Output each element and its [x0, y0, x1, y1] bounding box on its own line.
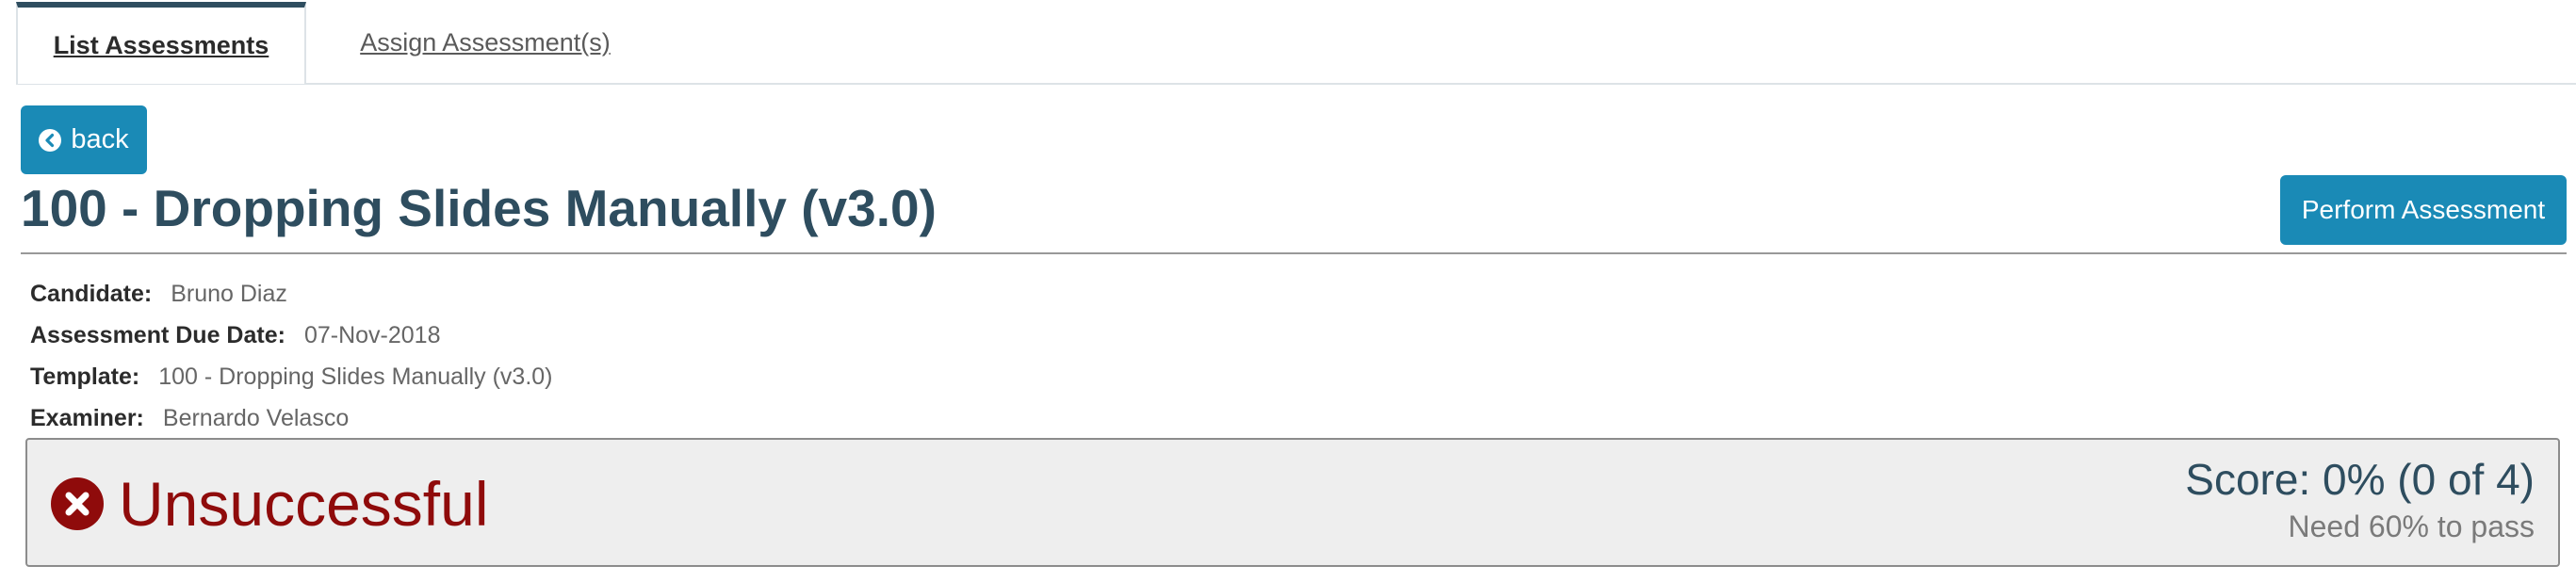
assessment-detail-page: List Assessments Assign Assessment(s) ba… [0, 0, 2576, 582]
chevron-circle-left-icon [39, 128, 62, 152]
examiner-label: Examiner: [30, 404, 144, 431]
title-divider [21, 252, 2567, 254]
candidate-label: Candidate: [30, 280, 153, 307]
back-button[interactable]: back [21, 105, 147, 174]
pass-requirement-text: Need 60% to pass [2288, 509, 2535, 543]
due-date-label: Assessment Due Date: [30, 321, 285, 348]
template-value: 100 - Dropping Slides Manually (v3.0) [158, 363, 553, 390]
examiner-value: Bernardo Velasco [162, 404, 350, 431]
template-row: Template: 100 - Dropping Slides Manually… [30, 356, 553, 397]
due-date-row: Assessment Due Date: 07-Nov-2018 [30, 315, 553, 356]
back-button-label: back [71, 124, 129, 154]
tab-assign-assessments[interactable]: Assign Assessment(s) [306, 2, 664, 84]
perform-assessment-button[interactable]: Perform Assessment [2280, 175, 2567, 245]
score-text: Score: 0% (0 of 4) [2185, 455, 2535, 504]
page-title: 100 - Dropping Slides Manually (v3.0) [21, 179, 937, 237]
status-text: Unsuccessful [119, 469, 489, 539]
template-label: Template: [30, 363, 140, 390]
candidate-value: Bruno Diaz [171, 280, 287, 307]
times-circle-icon [51, 477, 104, 530]
tab-list-assessments[interactable]: List Assessments [16, 2, 306, 84]
score-block: Score: 0% (0 of 4) Need 60% to pass [2185, 453, 2535, 547]
tab-bar: List Assessments Assign Assessment(s) [16, 0, 2576, 85]
candidate-row: Candidate: Bruno Diaz [30, 273, 553, 315]
due-date-value: 07-Nov-2018 [303, 321, 441, 348]
result-panel: Unsuccessful Score: 0% (0 of 4) Need 60%… [25, 438, 2560, 567]
examiner-row: Examiner: Bernardo Velasco [30, 397, 553, 439]
result-status: Unsuccessful [51, 466, 489, 542]
assessment-details: Candidate: Bruno Diaz Assessment Due Dat… [30, 273, 553, 439]
